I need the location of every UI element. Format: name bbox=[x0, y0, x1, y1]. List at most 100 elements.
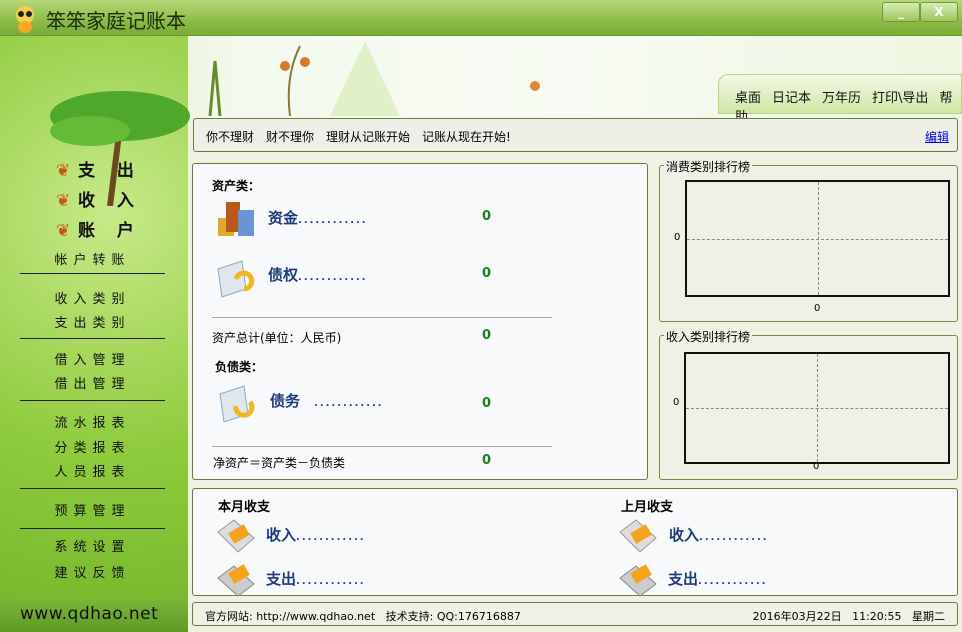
this-month-income-link[interactable]: 收入............ bbox=[266, 524, 366, 545]
sidebar-income-label: 收 入 bbox=[78, 191, 142, 211]
gridline-vertical bbox=[818, 182, 819, 295]
butterfly-icon: ❦ bbox=[56, 161, 78, 181]
status-time: 11:20:55 bbox=[852, 610, 901, 623]
menu-desktop[interactable]: 桌面 bbox=[735, 91, 761, 106]
minimize-button[interactable]: _ bbox=[882, 2, 920, 22]
dot-leader: ............ bbox=[298, 272, 368, 283]
gridline-vertical bbox=[817, 354, 818, 462]
sidebar-account-label: 账 户 bbox=[78, 221, 142, 241]
banner-decoration bbox=[190, 36, 550, 116]
slogan-text: 你不理财 bbox=[206, 130, 254, 144]
expense-label: 支出 bbox=[266, 570, 296, 588]
dot-leader: ............ bbox=[296, 532, 366, 543]
sidebar-expense[interactable]: ❦支 出 bbox=[56, 156, 142, 181]
close-button[interactable]: X bbox=[920, 2, 958, 22]
status-date: 2016年03月22日 bbox=[753, 610, 842, 623]
dot-leader: ............ bbox=[314, 398, 384, 409]
sidebar-flow-report[interactable]: 流水报表 bbox=[20, 412, 165, 431]
asset-total-value: 0 bbox=[482, 328, 491, 343]
slogan-bar: 你不理财财不理你理财从记账开始记账从现在开始! 编辑 bbox=[193, 118, 958, 152]
sidebar-account[interactable]: ❦账 户 bbox=[56, 216, 142, 241]
divider bbox=[20, 338, 165, 339]
butterfly-icon: ❦ bbox=[56, 191, 78, 211]
status-bar: 官方网站: http://www.qdhao.net 技术支持: QQ:1767… bbox=[192, 602, 958, 626]
dot-leader: ............ bbox=[699, 532, 769, 543]
asset-heading: 资产类： bbox=[212, 177, 260, 194]
funds-label: 资金 bbox=[268, 209, 298, 227]
website-info: 官方网站: http://www.qdhao.net bbox=[205, 610, 375, 623]
slogan-text: 记账从现在开始! bbox=[422, 130, 511, 144]
title-bar: 笨笨家庭记账本 _ X bbox=[0, 0, 962, 36]
chart-title: 收入类别排行榜 bbox=[664, 328, 752, 345]
this-month-heading: 本月收支 bbox=[218, 496, 270, 515]
slogan-text: 理财从记账开始 bbox=[326, 130, 410, 144]
net-assets-value: 0 bbox=[482, 453, 491, 468]
income-folder-icon bbox=[616, 516, 660, 556]
chart-plot-area bbox=[685, 180, 950, 297]
liability-heading: 负债类： bbox=[215, 358, 263, 375]
y-tick-label: 0 bbox=[673, 397, 679, 408]
income-label: 收入 bbox=[669, 526, 699, 544]
income-label: 收入 bbox=[266, 526, 296, 544]
credit-link[interactable]: 债权............ bbox=[268, 264, 368, 285]
app-title: 笨笨家庭记账本 bbox=[46, 5, 186, 34]
menu-diary[interactable]: 日记本 bbox=[772, 91, 811, 106]
y-tick-label: 0 bbox=[674, 232, 680, 243]
credit-icon bbox=[216, 259, 260, 299]
sidebar-expense-label: 支 出 bbox=[78, 161, 142, 181]
last-month-expense-link[interactable]: 支出............ bbox=[668, 568, 768, 589]
divider bbox=[20, 273, 165, 274]
credit-value: 0 bbox=[482, 266, 491, 281]
sidebar-settings[interactable]: 系统设置 bbox=[20, 536, 165, 555]
coins-icon bbox=[216, 200, 260, 240]
sidebar-budget[interactable]: 预算管理 bbox=[20, 500, 165, 519]
edit-link[interactable]: 编辑 bbox=[925, 128, 949, 145]
last-month-income-link[interactable]: 收入............ bbox=[669, 524, 769, 545]
dot-leader: ............ bbox=[698, 576, 768, 587]
debt-value: 0 bbox=[482, 396, 491, 411]
debt-label: 债务 bbox=[270, 392, 300, 410]
asset-total-label: 资产总计(单位：人民币) bbox=[212, 329, 341, 346]
divider bbox=[212, 317, 552, 318]
support-info: 技术支持: QQ:176716887 bbox=[386, 610, 521, 623]
expense-folder-icon bbox=[214, 558, 258, 598]
assets-panel bbox=[192, 163, 648, 480]
funds-link[interactable]: 资金............ bbox=[268, 207, 368, 228]
sidebar-member-report[interactable]: 人员报表 bbox=[20, 461, 165, 480]
x-tick-label: 0 bbox=[813, 461, 819, 472]
net-assets-label: 净资产＝资产类－负债类 bbox=[213, 454, 345, 471]
top-menu: 桌面日记本万年历打印\导出帮助 bbox=[718, 74, 962, 114]
chart-title: 消费类别排行榜 bbox=[664, 158, 752, 175]
sidebar-income-category[interactable]: 收入类别 bbox=[20, 288, 165, 307]
menu-print-export[interactable]: 打印\导出 bbox=[872, 91, 928, 106]
x-tick-label: 0 bbox=[814, 303, 820, 314]
website-label: www.qdhao.net bbox=[0, 600, 188, 632]
income-folder-icon bbox=[214, 516, 258, 556]
butterfly-icon: ❦ bbox=[56, 221, 78, 241]
last-month-heading: 上月收支 bbox=[621, 496, 673, 515]
panda-logo-icon bbox=[12, 5, 38, 33]
debt-link[interactable]: 债务............ bbox=[270, 390, 384, 411]
sidebar-expense-category[interactable]: 支出类别 bbox=[20, 312, 165, 331]
expense-folder-icon bbox=[616, 558, 660, 598]
sidebar-lend-out[interactable]: 借出管理 bbox=[20, 373, 165, 392]
divider bbox=[20, 488, 165, 489]
debt-icon bbox=[218, 384, 262, 424]
sidebar-borrow-in[interactable]: 借入管理 bbox=[20, 349, 165, 368]
divider bbox=[20, 400, 165, 401]
slogan-text: 财不理你 bbox=[266, 130, 314, 144]
funds-value: 0 bbox=[482, 209, 491, 224]
expense-label: 支出 bbox=[668, 570, 698, 588]
divider bbox=[212, 446, 552, 447]
sidebar-category-report[interactable]: 分类报表 bbox=[20, 437, 165, 456]
menu-calendar[interactable]: 万年历 bbox=[822, 91, 861, 106]
status-weekday: 星期二 bbox=[912, 610, 945, 623]
sidebar-feedback[interactable]: 建议反馈 bbox=[20, 562, 165, 581]
credit-label: 债权 bbox=[268, 266, 298, 284]
sidebar-account-transfer[interactable]: 帐户转账 bbox=[20, 249, 165, 268]
divider bbox=[20, 528, 165, 529]
this-month-expense-link[interactable]: 支出............ bbox=[266, 568, 366, 589]
dot-leader: ............ bbox=[298, 215, 368, 226]
sidebar-income[interactable]: ❦收 入 bbox=[56, 186, 142, 211]
chart-plot-area bbox=[684, 352, 950, 464]
